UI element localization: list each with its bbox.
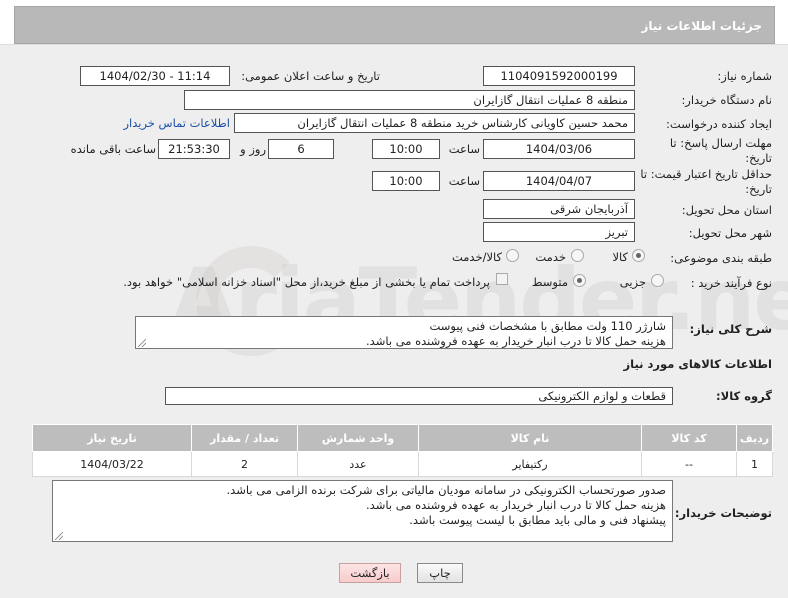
column-header-code: کد کالا <box>641 424 737 452</box>
resize-handle[interactable] <box>55 532 63 540</box>
cell-code: -- <box>641 451 737 477</box>
process-radio-medium[interactable] <box>573 274 586 287</box>
buyer-notes-line-2: هزینه حمل کالا تا درب انبار خریدار به عه… <box>366 498 666 512</box>
reply-deadline-label: مهلت ارسال پاسخ: تا تاریخ: <box>640 136 772 166</box>
cell-name: رکتیفایر <box>418 451 642 477</box>
buyer-notes-line-3: پیشنهاد فنی و مالی باید مطابق با لیست پی… <box>409 513 666 527</box>
print-button[interactable]: چاپ <box>417 563 463 583</box>
cell-quantity: 2 <box>191 451 298 477</box>
city-field: تبریز <box>483 222 635 242</box>
buyer-notes-textarea[interactable]: صدور صورتحساب الکترونیکی در سامانه مودیا… <box>52 480 673 542</box>
treasury-payment-checkbox[interactable] <box>496 273 508 285</box>
category-radio-goods[interactable] <box>632 249 645 262</box>
process-option-medium: متوسط <box>531 275 568 289</box>
column-header-name: نام کالا <box>418 424 642 452</box>
description-line-2: هزینه حمل کالا تا درب انبار خریدار به عه… <box>366 334 666 348</box>
reply-deadline-time: 10:00 <box>372 139 440 159</box>
description-textarea[interactable]: شارژر 110 ولت مطابق با مشخصات فنی پیوست … <box>135 316 673 349</box>
remaining-time-field: 21:53:30 <box>158 139 230 159</box>
announce-datetime-label: تاریخ و ساعت اعلان عمومی: <box>241 69 380 83</box>
price-validity-time: 10:00 <box>372 171 440 191</box>
resize-handle[interactable] <box>138 339 146 347</box>
announce-datetime-field: 1404/02/30 - 11:14 <box>80 66 230 86</box>
category-radio-service[interactable] <box>571 249 584 262</box>
column-header-need-date: تاریخ نیاز <box>32 424 192 452</box>
cell-need-date: 1404/03/22 <box>32 451 192 477</box>
table-row: 1 -- رکتیفایر عدد 2 1404/03/22 <box>32 451 773 477</box>
reply-deadline-date: 1404/03/06 <box>483 139 635 159</box>
goods-section-title: اطلاعات کالاهای مورد نیاز <box>623 357 772 371</box>
reply-deadline-days-label: روز و <box>240 142 266 156</box>
buyer-notes-line-1: صدور صورتحساب الکترونیکی در سامانه مودیا… <box>226 483 666 497</box>
requester-label: ایجاد کننده درخواست: <box>666 117 772 131</box>
goods-group-field: قطعات و لوازم الکترونیکی <box>165 387 673 405</box>
panel-header: جزئیات اطلاعات نیاز <box>14 6 775 44</box>
page-title: جزئیات اطلاعات نیاز <box>641 19 762 33</box>
category-option-goods-service: کالا/خدمت <box>451 250 502 264</box>
treasury-payment-note: پرداخت تمام یا بخشی از مبلغ خرید،از محل … <box>123 275 490 289</box>
reply-deadline-time-label: ساعت <box>448 142 480 156</box>
reply-deadline-days: 6 <box>268 139 334 159</box>
buyer-notes-label: توضیحات خریدار: <box>674 506 772 520</box>
city-label: شهر محل تحویل: <box>688 226 772 240</box>
category-option-goods: کالا <box>612 250 628 264</box>
category-label: طبقه بندی موضوعی: <box>670 251 772 265</box>
need-number-field: 1104091592000199 <box>483 66 635 86</box>
goods-group-label: گروه کالا: <box>716 389 772 403</box>
goods-table-header: ردیف کد کالا نام کالا واحد شمارش تعداد /… <box>32 424 773 452</box>
buyer-org-field: منطقه 8 عملیات انتقال گازایران <box>184 90 635 110</box>
buyer-org-label: نام دستگاه خریدار: <box>681 93 772 107</box>
province-field: آذربایجان شرقی <box>483 199 635 219</box>
buyer-contact-link[interactable]: اطلاعات تماس خریدار <box>110 116 230 130</box>
requester-field: محمد حسین کاویانی کارشناس خرید منطقه 8 ع… <box>234 113 635 133</box>
price-validity-label-text: حداقل تاریخ اعتبار قیمت: تا تاریخ: <box>640 167 772 196</box>
column-header-unit: واحد شمارش <box>297 424 419 452</box>
price-validity-date: 1404/04/07 <box>483 171 635 191</box>
price-validity-time-label: ساعت <box>448 174 480 188</box>
province-label: استان محل تحویل: <box>681 203 772 217</box>
category-option-service: خدمت <box>535 250 566 264</box>
goods-table: ردیف کد کالا نام کالا واحد شمارش تعداد /… <box>32 424 773 477</box>
column-header-row: ردیف <box>736 424 773 452</box>
process-option-minor: جزیی <box>619 275 646 289</box>
reply-deadline-label-text: مهلت ارسال پاسخ: تا تاریخ: <box>669 136 772 165</box>
need-number-label: شماره نیاز: <box>717 69 772 83</box>
description-label: شرح کلی نیاز: <box>689 322 772 336</box>
category-radio-goods-service[interactable] <box>506 249 519 262</box>
cell-row: 1 <box>736 451 773 477</box>
process-radio-minor[interactable] <box>651 274 664 287</box>
back-button[interactable]: بازگشت <box>339 563 401 583</box>
column-header-quantity: تعداد / مقدار <box>191 424 298 452</box>
cell-unit: عدد <box>297 451 419 477</box>
price-validity-label: حداقل تاریخ اعتبار قیمت: تا تاریخ: <box>640 167 772 197</box>
remaining-time-label: ساعت باقی مانده <box>70 142 156 156</box>
description-line-1: شارژر 110 ولت مطابق با مشخصات فنی پیوست <box>429 319 666 333</box>
